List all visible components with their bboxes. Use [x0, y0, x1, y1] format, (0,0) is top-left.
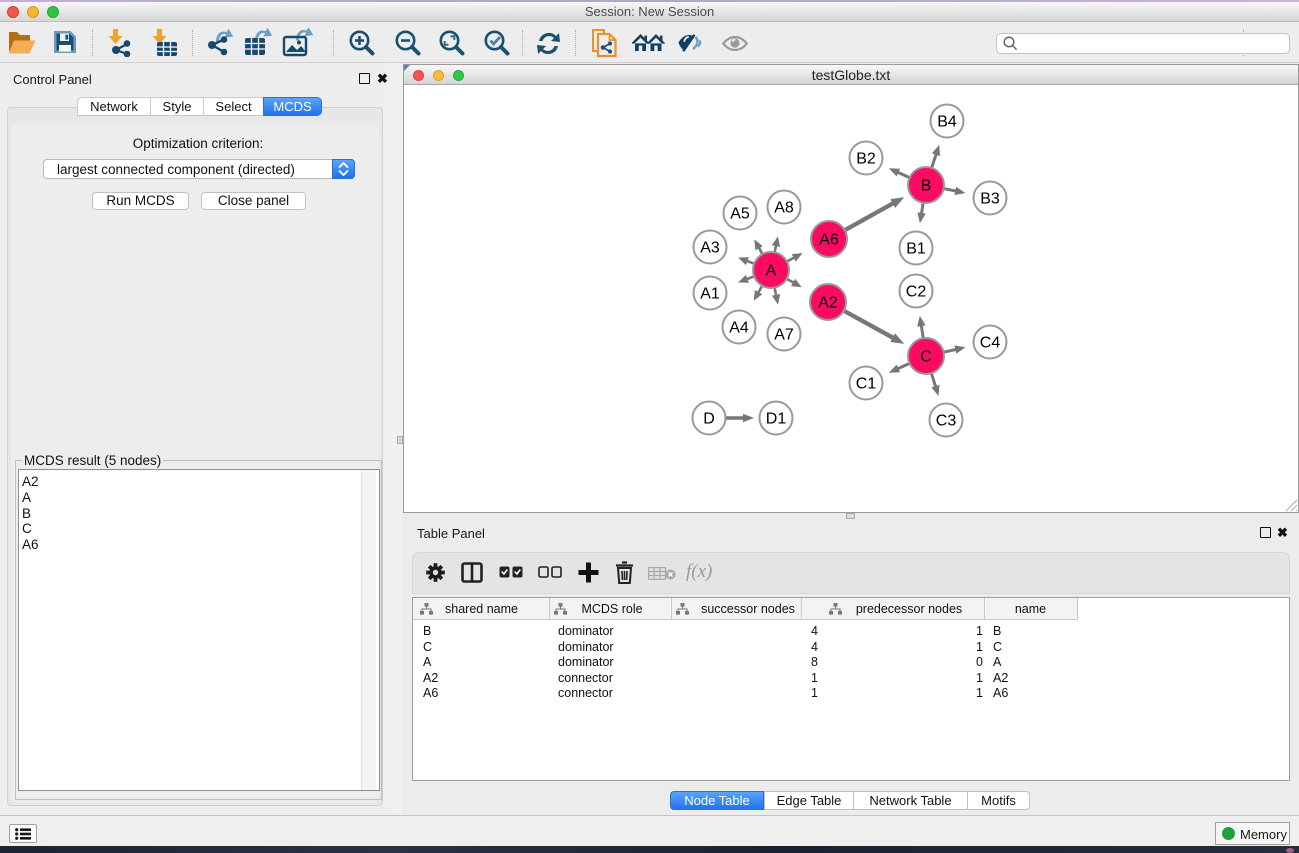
svg-text:A2: A2	[818, 295, 838, 312]
svg-text:C1: C1	[856, 376, 877, 393]
svg-text:C: C	[920, 349, 932, 366]
svg-text:A3: A3	[700, 240, 720, 257]
svg-text:D: D	[703, 411, 715, 428]
svg-text:A5: A5	[730, 206, 750, 223]
svg-text:B2: B2	[856, 151, 876, 168]
svg-text:C2: C2	[906, 284, 927, 301]
svg-text:C3: C3	[936, 413, 957, 430]
svg-text:A8: A8	[774, 200, 794, 217]
svg-text:C4: C4	[980, 335, 1001, 352]
svg-text:A6: A6	[819, 232, 839, 249]
svg-text:A1: A1	[700, 286, 720, 303]
svg-text:D1: D1	[766, 411, 787, 428]
svg-text:B: B	[921, 178, 932, 195]
svg-text:B1: B1	[906, 241, 926, 258]
svg-text:A: A	[766, 263, 777, 280]
svg-text:A4: A4	[729, 320, 749, 337]
svg-text:B3: B3	[980, 191, 1000, 208]
svg-text:B4: B4	[937, 114, 957, 131]
svg-text:A7: A7	[774, 327, 794, 344]
